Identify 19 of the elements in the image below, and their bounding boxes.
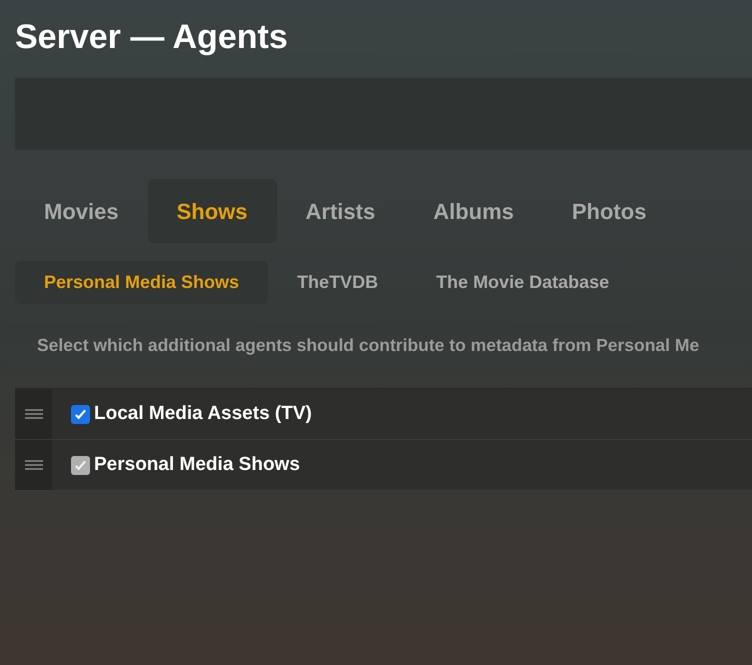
agent-label: Local Media Assets (TV) [94, 402, 312, 426]
checkbox[interactable] [71, 404, 90, 424]
tab[interactable]: Photos [542, 179, 676, 243]
agent-label: Personal Media Shows [94, 453, 300, 477]
tab[interactable]: Artists [276, 179, 404, 243]
tab[interactable]: Shows [148, 179, 276, 243]
drag-handle-icon [24, 460, 42, 470]
description-text: Select which additional agents should contribute to metadata from Personal Me [37, 334, 700, 357]
checkmark-icon [74, 458, 87, 472]
checkmark-icon [74, 408, 87, 421]
subtab[interactable]: Personal Media Shows [15, 261, 268, 304]
tab[interactable]: Albums [404, 179, 543, 243]
drag-handle[interactable] [15, 440, 52, 490]
subtab[interactable]: The Movie Database [407, 261, 638, 304]
drag-handle[interactable] [15, 389, 52, 440]
drag-handle-icon [24, 409, 42, 420]
page-title: Server — Agents [14, 17, 288, 58]
tab[interactable]: Movies [15, 179, 148, 243]
subtab[interactable]: TheTVDB [268, 261, 408, 304]
